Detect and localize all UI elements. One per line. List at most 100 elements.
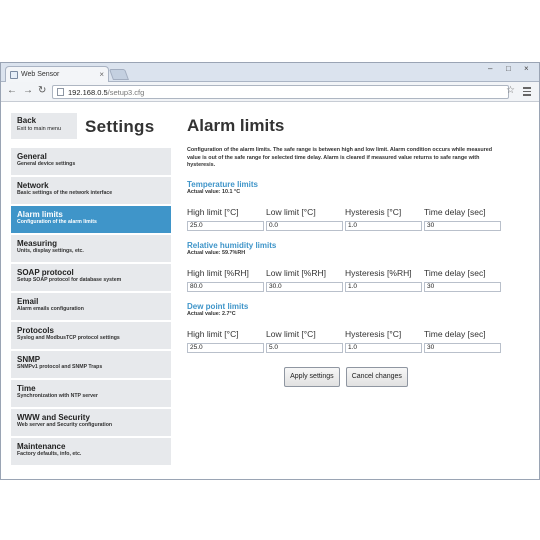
minimize-icon[interactable]: – <box>488 65 492 73</box>
limit-field: High limit [°C] <box>187 206 264 231</box>
limit-field: High limit [°C] <box>187 328 264 353</box>
limit-input[interactable] <box>345 220 422 231</box>
sidebar-item-sublabel: Setup SOAP protocol for database system <box>17 277 122 283</box>
limit-sections: Temperature limits Actual value: 10.1 °C H… <box>187 180 505 353</box>
sidebar-item-label: General <box>17 152 47 161</box>
browser-window: Web Sensor × – □ × ← → ↻ 192.168.0.5/set… <box>0 62 540 480</box>
sidebar: Back Exit to main menu Settings General G… <box>11 113 171 471</box>
limit-input[interactable] <box>345 281 422 292</box>
settings-title: Settings <box>85 117 155 136</box>
field-label: High limit [°C] <box>187 206 239 217</box>
menu-icon[interactable] <box>523 87 531 98</box>
field-label: Time delay [sec] <box>424 328 486 339</box>
limit-field: Hysteresis [%RH] <box>345 267 422 292</box>
limit-input[interactable] <box>187 220 264 231</box>
section-title: Relative humidity limits <box>187 240 277 250</box>
field-label: Time delay [sec] <box>424 206 486 217</box>
sidebar-item-sublabel: Configuration of the alarm limits <box>17 219 97 225</box>
sidebar-item-sublabel: Basic settings of the network interface <box>17 190 113 196</box>
sidebar-item-sublabel: General device settings <box>17 161 76 167</box>
limit-input[interactable] <box>266 281 343 292</box>
sidebar-item-soap-protocol[interactable]: SOAP protocol Setup SOAP protocol for dat… <box>11 264 171 291</box>
url-path: /setup3.cfg <box>107 87 145 97</box>
sidebar-item-general[interactable]: General General device settings <box>11 148 171 175</box>
sidebar-item-label: Network <box>17 181 49 190</box>
back-arrow-icon[interactable]: ← <box>7 85 17 97</box>
limit-field: Low limit [°C] <box>266 328 343 353</box>
limit-input[interactable] <box>424 281 501 292</box>
sidebar-item-alarm-limits[interactable]: Alarm limits Configuration of the alarm l… <box>11 206 171 233</box>
section-title: Dew point limits <box>187 301 249 311</box>
field-label: Low limit [%RH] <box>266 267 326 278</box>
field-row: High limit [°C] Low limit [°C] Hysteresis … <box>187 328 505 353</box>
tab-strip: Web Sensor × – □ × <box>1 63 539 82</box>
limit-section: Temperature limits Actual value: 10.1 °C H… <box>187 180 505 231</box>
settings-nav: General General device settings Network Bas… <box>11 148 171 467</box>
back-label: Back <box>17 116 37 125</box>
actual-value: Actual value: 59.7%RH <box>187 249 246 256</box>
sidebar-item-protocols[interactable]: Protocols Syslog and ModbusTCP protocol s… <box>11 322 171 349</box>
page-favicon-icon <box>10 70 18 79</box>
sidebar-item-label: WWW and Security <box>17 413 90 422</box>
address-bar[interactable]: 192.168.0.5/setup3.cfg <box>52 85 509 99</box>
sidebar-item-label: Email <box>17 297 39 306</box>
sidebar-item-measuring[interactable]: Measuring Units, display settings, etc. <box>11 235 171 262</box>
cancel-changes-button[interactable]: Cancel changes <box>345 366 408 387</box>
page-icon <box>57 88 64 96</box>
limit-section: Relative humidity limits Actual value: 59… <box>187 241 505 292</box>
tab-close-icon[interactable]: × <box>99 70 104 79</box>
sidebar-item-email[interactable]: Email Alarm emails configuration <box>11 293 171 320</box>
limit-field: Hysteresis [°C] <box>345 328 422 353</box>
settings-page: Back Exit to main menu Settings General G… <box>1 103 539 479</box>
section-title: Temperature limits <box>187 179 258 189</box>
sidebar-item-label: SOAP protocol <box>17 268 74 277</box>
sidebar-item-time[interactable]: Time Synchronization with NTP server <box>11 380 171 407</box>
maximize-icon[interactable]: □ <box>506 65 511 73</box>
sidebar-item-sublabel: Synchronization with NTP server <box>17 393 98 399</box>
limit-field: Low limit [%RH] <box>266 267 343 292</box>
limit-input[interactable] <box>424 342 501 353</box>
back-button[interactable]: Back Exit to main menu <box>11 113 77 139</box>
limit-field: Time delay [sec] <box>424 206 501 231</box>
field-label: Hysteresis [%RH] <box>345 267 412 278</box>
limit-field: Hysteresis [°C] <box>345 206 422 231</box>
sidebar-item-network[interactable]: Network Basic settings of the network int… <box>11 177 171 204</box>
limit-field: High limit [%RH] <box>187 267 264 292</box>
apply-settings-button[interactable]: Apply settings <box>284 366 340 387</box>
browser-tab[interactable]: Web Sensor × <box>5 66 109 82</box>
address-toolbar: ← → ↻ 192.168.0.5/setup3.cfg ☆ <box>1 82 539 102</box>
limit-input[interactable] <box>266 342 343 353</box>
field-row: High limit [%RH] Low limit [%RH] Hysteresi… <box>187 267 505 292</box>
sidebar-item-www-and-security[interactable]: WWW and Security Web server and Security … <box>11 409 171 436</box>
limit-input[interactable] <box>345 342 422 353</box>
field-label: High limit [°C] <box>187 328 239 339</box>
page-description: Configuration of the alarm limits. The s… <box>187 147 493 168</box>
star-icon[interactable]: ☆ <box>506 86 515 96</box>
forward-arrow-icon[interactable]: → <box>23 85 33 97</box>
field-label: Time delay [sec] <box>424 267 486 278</box>
back-sublabel: Exit to main menu <box>17 126 62 132</box>
sidebar-item-sublabel: Web server and Security configuration <box>17 422 113 428</box>
sidebar-item-label: Time <box>17 384 36 393</box>
sidebar-item-label: SNMP <box>17 355 41 364</box>
limit-input[interactable] <box>266 220 343 231</box>
sidebar-item-label: Maintenance <box>17 442 66 451</box>
sidebar-item-maintenance[interactable]: Maintenance Factory defaults, info, etc. <box>11 438 171 465</box>
limit-input[interactable] <box>187 281 264 292</box>
limit-input[interactable] <box>424 220 501 231</box>
limit-input[interactable] <box>187 342 264 353</box>
url-host: 192.168.0.5 <box>68 87 108 97</box>
limit-field: Low limit [°C] <box>266 206 343 231</box>
close-window-icon[interactable]: × <box>524 65 529 73</box>
limit-field: Time delay [sec] <box>424 267 501 292</box>
sidebar-item-snmp[interactable]: SNMP SNMPv1 protocol and SNMP Traps <box>11 351 171 378</box>
sidebar-item-sublabel: Syslog and ModbusTCP protocol settings <box>17 335 120 341</box>
sidebar-item-label: Protocols <box>17 326 54 335</box>
tab-title: Web Sensor <box>21 71 60 78</box>
field-label: Low limit [°C] <box>266 328 316 339</box>
field-label: Hysteresis [°C] <box>345 206 402 217</box>
sidebar-item-sublabel: Units, display settings, etc. <box>17 248 84 254</box>
reload-icon[interactable]: ↻ <box>38 85 46 97</box>
main-content: Alarm limits Configuration of the alarm … <box>187 113 505 387</box>
new-tab-button[interactable] <box>108 69 130 80</box>
